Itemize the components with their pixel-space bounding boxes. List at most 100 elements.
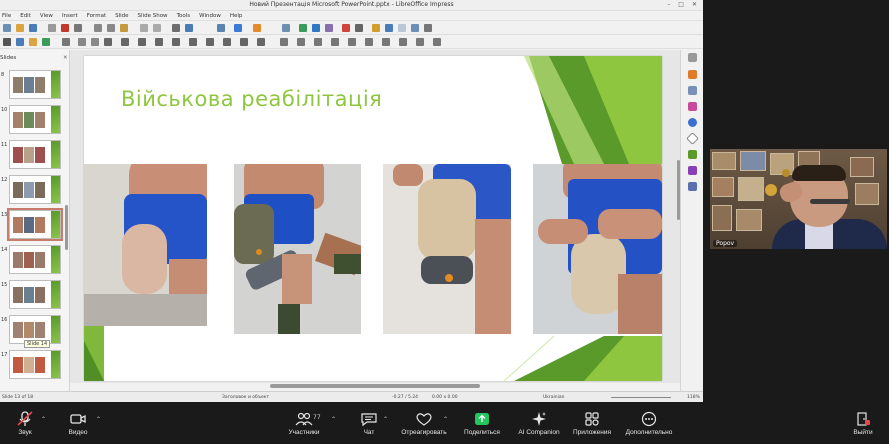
flowchart-icon[interactable]: [206, 38, 214, 46]
fontwork-icon[interactable]: [342, 24, 350, 32]
maximize-button[interactable]: □: [678, 1, 684, 8]
slide-canvas[interactable]: Військова реабілітація: [70, 50, 680, 388]
image-icon[interactable]: [299, 24, 307, 32]
mute-button[interactable]: Звук: [8, 402, 42, 444]
line-color-icon[interactable]: [42, 38, 50, 46]
video-button[interactable]: Видео: [60, 402, 96, 444]
react-button[interactable]: Отреагировать: [398, 402, 450, 444]
zoom-level[interactable]: 118%: [687, 395, 700, 400]
pdf-icon[interactable]: [61, 24, 69, 32]
share-button[interactable]: Поделиться: [460, 402, 504, 444]
display-views-icon[interactable]: [217, 24, 225, 32]
slide-thumbnail[interactable]: 13: [0, 208, 66, 242]
start-slideshow-icon[interactable]: [253, 24, 261, 32]
callouts-icon[interactable]: [223, 38, 231, 46]
photo-prosthetic-3[interactable]: [383, 164, 511, 334]
find-icon[interactable]: [172, 24, 180, 32]
shapes-icon[interactable]: [688, 182, 697, 191]
rotate-icon[interactable]: [280, 38, 288, 46]
3d-objects-icon[interactable]: [257, 38, 265, 46]
menu-insert[interactable]: Insert: [62, 13, 78, 19]
textbox-icon[interactable]: [325, 24, 333, 32]
minimize-button[interactable]: –: [667, 1, 670, 8]
undo-icon[interactable]: [140, 24, 148, 32]
table-icon[interactable]: [282, 24, 290, 32]
chart-icon[interactable]: [312, 24, 320, 32]
participants-options-chevron-icon[interactable]: ⌃: [331, 416, 336, 423]
ai-companion-button[interactable]: AI Companion: [512, 402, 566, 444]
arrow-icon[interactable]: [104, 38, 112, 46]
align-icon[interactable]: [297, 38, 305, 46]
paste-icon[interactable]: [120, 24, 128, 32]
cut-icon[interactable]: [94, 24, 102, 32]
menu-slide-show[interactable]: Slide Show: [138, 13, 168, 19]
more-button[interactable]: Дополнительно: [620, 402, 678, 444]
audio-options-chevron-icon[interactable]: ⌃: [41, 416, 46, 423]
print-icon[interactable]: [74, 24, 82, 32]
block-arrows-icon[interactable]: [189, 38, 197, 46]
copy-icon[interactable]: [107, 24, 115, 32]
fill-color-icon[interactable]: [29, 38, 37, 46]
arrange-icon[interactable]: [314, 38, 322, 46]
connector-icon[interactable]: [138, 38, 146, 46]
menu-edit[interactable]: Edit: [20, 13, 31, 19]
distribute-icon[interactable]: [331, 38, 339, 46]
rectangle-icon[interactable]: [78, 38, 86, 46]
slide-thumbnail[interactable]: 12: [0, 175, 66, 207]
zoom-icon[interactable]: [16, 38, 24, 46]
special-character-icon[interactable]: [355, 24, 363, 32]
filter-icon[interactable]: [382, 38, 390, 46]
photo-prosthetic-1[interactable]: [84, 164, 207, 326]
glue-points-icon[interactable]: [416, 38, 424, 46]
menu-tools[interactable]: Tools: [177, 13, 191, 19]
slide-thumbnail[interactable]: 11: [0, 140, 66, 172]
comment-icon[interactable]: [411, 24, 419, 32]
zoom-slider[interactable]: [611, 397, 671, 398]
navigator-icon[interactable]: [688, 166, 697, 175]
draw-icon[interactable]: [398, 24, 406, 32]
export-icon[interactable]: [48, 24, 56, 32]
horizontal-scrollbar[interactable]: [270, 384, 480, 388]
gallery-icon[interactable]: [688, 150, 697, 159]
styles-icon[interactable]: [686, 132, 699, 145]
photo-prosthetic-4[interactable]: [533, 164, 662, 334]
close-window-button[interactable]: ✕: [692, 1, 697, 8]
react-options-chevron-icon[interactable]: ⌃: [443, 416, 448, 423]
link-icon[interactable]: [385, 24, 393, 32]
photo-prosthetic-2[interactable]: [234, 164, 361, 334]
master-slide-icon[interactable]: [234, 24, 242, 32]
redo-icon[interactable]: [153, 24, 161, 32]
master-slides-icon[interactable]: [688, 118, 697, 127]
properties-icon[interactable]: [688, 70, 697, 79]
menu-slide[interactable]: Slide: [115, 13, 128, 19]
slide-thumbnail[interactable]: 17: [0, 350, 66, 382]
snap-icon[interactable]: [424, 24, 432, 32]
open-icon[interactable]: [16, 24, 24, 32]
toggle-extrusion-icon[interactable]: [433, 38, 441, 46]
menu-file[interactable]: File: [2, 13, 11, 19]
current-slide[interactable]: Військова реабілітація: [84, 56, 662, 381]
stars-icon[interactable]: [240, 38, 248, 46]
chat-options-chevron-icon[interactable]: ⌃: [383, 416, 388, 423]
spelling-icon[interactable]: [185, 24, 193, 32]
slide-transition-icon[interactable]: [688, 86, 697, 95]
basic-shapes-icon[interactable]: [155, 38, 163, 46]
transformations-icon[interactable]: [399, 38, 407, 46]
video-options-chevron-icon[interactable]: ⌃: [96, 416, 101, 423]
slide-title[interactable]: Військова реабілітація: [121, 87, 382, 111]
slide-thumbnail[interactable]: 10: [0, 105, 66, 137]
shadow-icon[interactable]: [348, 38, 356, 46]
ellipse-icon[interactable]: [91, 38, 99, 46]
symbol-shapes-icon[interactable]: [172, 38, 180, 46]
apps-button[interactable]: Приложения: [568, 402, 616, 444]
sidebar-menu-icon[interactable]: [688, 53, 697, 62]
menu-help[interactable]: Help: [230, 13, 243, 19]
slide-thumbnail[interactable]: 15: [0, 280, 66, 312]
menu-window[interactable]: Window: [199, 13, 221, 19]
slide-thumbnail[interactable]: 8: [0, 70, 66, 102]
slide-thumbnail[interactable]: 14: [0, 245, 66, 277]
slide-pane-close-icon[interactable]: ✕: [63, 55, 68, 61]
curve-icon[interactable]: [121, 38, 129, 46]
chat-button[interactable]: Чат: [352, 402, 386, 444]
participant-video-tile[interactable]: Popov: [710, 149, 887, 249]
